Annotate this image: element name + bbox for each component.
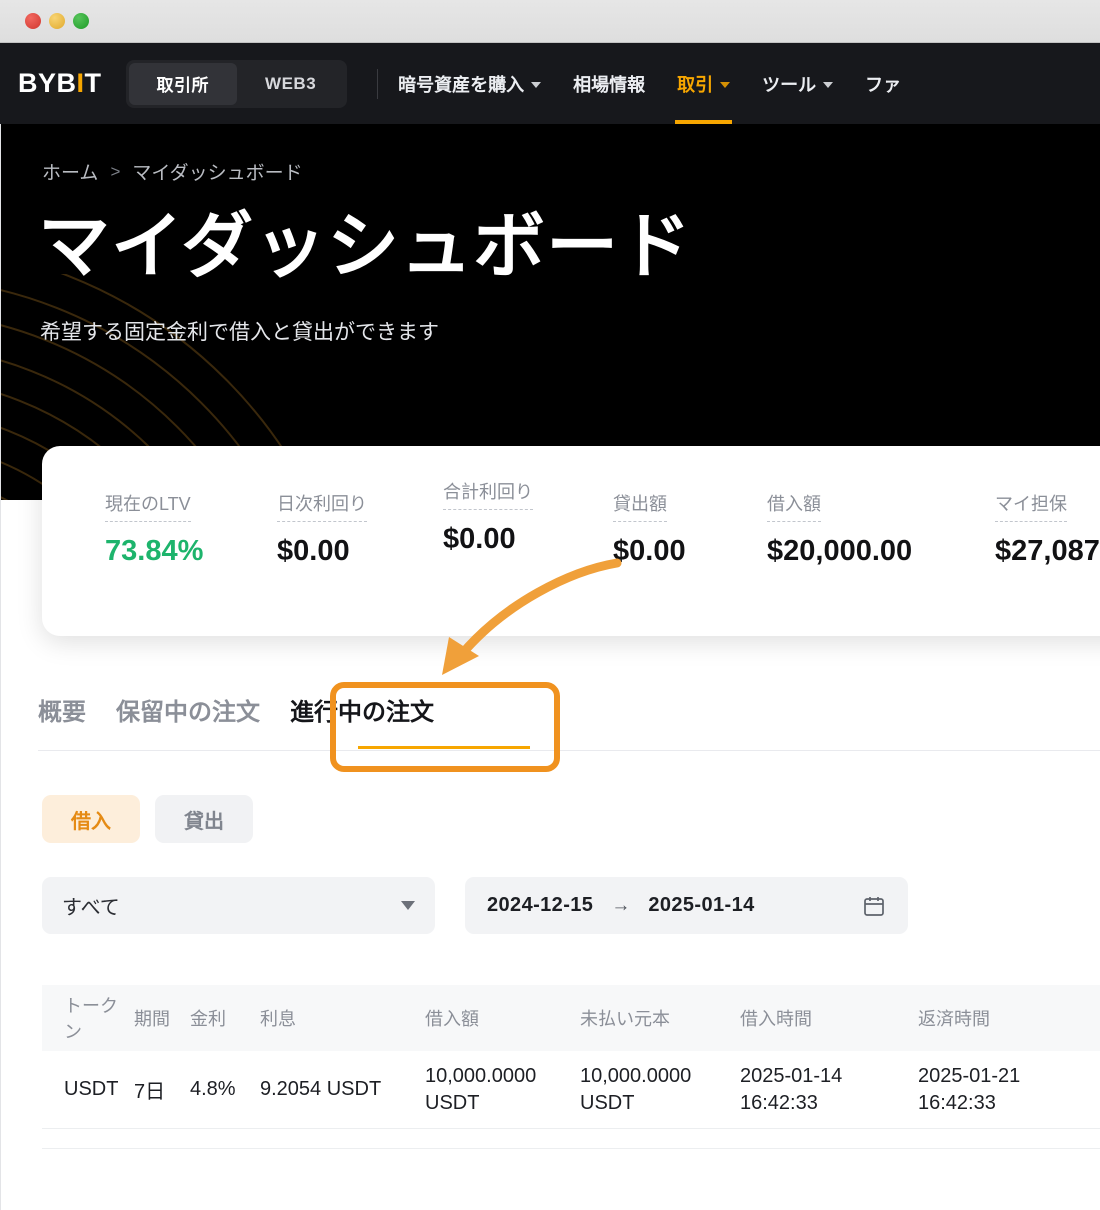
nav-menu: 暗号資産を購入 相場情報 取引 ツール ファ — [382, 43, 917, 124]
breadcrumb-separator: > — [110, 161, 121, 181]
column-header-rate: 金利 — [190, 1009, 226, 1029]
date-range-separator: → — [611, 894, 631, 916]
column-header-repay-time: 返済時間 — [918, 1009, 990, 1029]
stat-label: 日次利回り — [277, 490, 367, 522]
window-minimize-button[interactable] — [49, 13, 65, 29]
chevron-down-icon — [401, 901, 415, 910]
logo-text-part1: BYB — [18, 68, 77, 98]
tab-pending-orders[interactable]: 保留中の注文 — [116, 692, 260, 745]
segment-exchange[interactable]: 取引所 — [128, 62, 238, 105]
nav-item-tools[interactable]: ツール — [746, 43, 849, 124]
cell-borrow-time: 2025-01-14 16:42:33 — [740, 1064, 843, 1114]
tab-overview[interactable]: 概要 — [38, 692, 86, 745]
breadcrumb-item-dashboard[interactable]: マイダッシュボード — [132, 158, 302, 185]
orders-table: トークン 期間 金利 利息 借入額 未払い元本 借入時間 返済時間 USDT 7… — [42, 985, 1100, 1129]
stat-label: マイ担保 — [995, 490, 1067, 522]
page-left-edge — [0, 124, 1, 1210]
stat-label: 現在のLTV — [105, 490, 191, 522]
tabs-divider — [38, 750, 1100, 751]
stat-label: 借入額 — [767, 490, 821, 522]
date-range-start: 2024-12-15 — [487, 894, 594, 916]
exchange-web3-toggle: 取引所 WEB3 — [125, 59, 348, 108]
stat-label: 貸出額 — [613, 490, 667, 522]
column-header-unpaid-principal: 未払い元本 — [580, 1009, 670, 1029]
token-select[interactable]: すべて — [42, 877, 435, 934]
pill-lend[interactable]: 貸出 — [155, 795, 253, 843]
logo-text-part2: T — [84, 68, 102, 98]
annotation-arrow-icon — [442, 558, 622, 675]
nav-item-label: 相場情報 — [573, 74, 646, 95]
token-select-value: すべて — [62, 897, 120, 919]
cell-borrowed: 10,000.0000 USDT — [425, 1064, 537, 1114]
column-header-borrow-time: 借入時間 — [740, 1009, 812, 1029]
nav-item-buy-crypto[interactable]: 暗号資産を購入 — [382, 43, 557, 124]
nav-item-finance[interactable]: ファ — [849, 43, 917, 124]
bybit-logo[interactable]: BYB I T — [18, 68, 102, 99]
table-header-row: トークン 期間 金利 利息 借入額 未払い元本 借入時間 返済時間 — [42, 985, 1100, 1051]
window-titlebar — [0, 0, 1100, 43]
date-range-picker[interactable]: 2024-12-15 → 2025-01-14 — [465, 877, 908, 934]
cell-token: USDT — [64, 1078, 119, 1100]
table-row[interactable]: USDT 7日 4.8% 9.2054 USDT 10,000.0000 USD… — [42, 1051, 1100, 1129]
column-header-borrowed: 借入額 — [425, 1009, 479, 1029]
pill-borrow[interactable]: 借入 — [42, 795, 140, 843]
top-navbar: BYB I T 取引所 WEB3 暗号資産を購入 相場情報 取引 ツール ファ — [0, 43, 1100, 124]
nav-divider — [377, 68, 379, 99]
cell-interest: 9.2054 USDT — [260, 1078, 382, 1100]
breadcrumb-item-home[interactable]: ホーム — [42, 158, 98, 185]
nav-item-label: 暗号資産を購入 — [398, 74, 525, 95]
calendar-icon[interactable] — [862, 894, 886, 918]
page-title: マイダッシュボード — [38, 207, 693, 287]
stat-label: 合計利回り — [443, 478, 533, 510]
nav-item-label: 取引 — [677, 74, 714, 95]
loan-type-filter: 借入 貸出 — [42, 795, 253, 843]
annotation-highlight-box — [330, 682, 560, 772]
window-close-button[interactable] — [25, 13, 41, 29]
bottom-divider — [42, 1148, 1100, 1149]
column-header-term: 期間 — [134, 1009, 170, 1029]
nav-item-trade[interactable]: 取引 — [661, 43, 746, 124]
breadcrumb: ホーム > マイダッシュボード — [42, 158, 303, 185]
chevron-down-icon — [720, 82, 731, 88]
column-header-token: トークン — [64, 996, 118, 1042]
cell-repay-time: 2025-01-21 16:42:33 — [918, 1064, 1021, 1114]
date-range-end: 2025-01-14 — [648, 894, 755, 916]
logo-accent-letter: I — [76, 68, 85, 98]
cell-unpaid-principal: 10,000.0000 USDT — [580, 1064, 692, 1114]
chevron-down-icon — [823, 82, 834, 88]
nav-item-label: ファ — [865, 74, 902, 95]
nav-item-markets[interactable]: 相場情報 — [557, 43, 661, 124]
chevron-down-icon — [531, 82, 542, 88]
window-maximize-button[interactable] — [73, 13, 89, 29]
segment-web3[interactable]: WEB3 — [237, 63, 344, 105]
cell-rate: 4.8% — [190, 1078, 236, 1100]
column-header-interest: 利息 — [260, 1009, 296, 1029]
page-subtitle: 希望する固定金利で借入と貸出ができます — [40, 321, 439, 344]
nav-item-label: ツール — [762, 74, 817, 95]
cell-term: 7日 — [134, 1081, 166, 1103]
app-window: BYB I T 取引所 WEB3 暗号資産を購入 相場情報 取引 ツール ファ … — [0, 0, 1100, 1210]
